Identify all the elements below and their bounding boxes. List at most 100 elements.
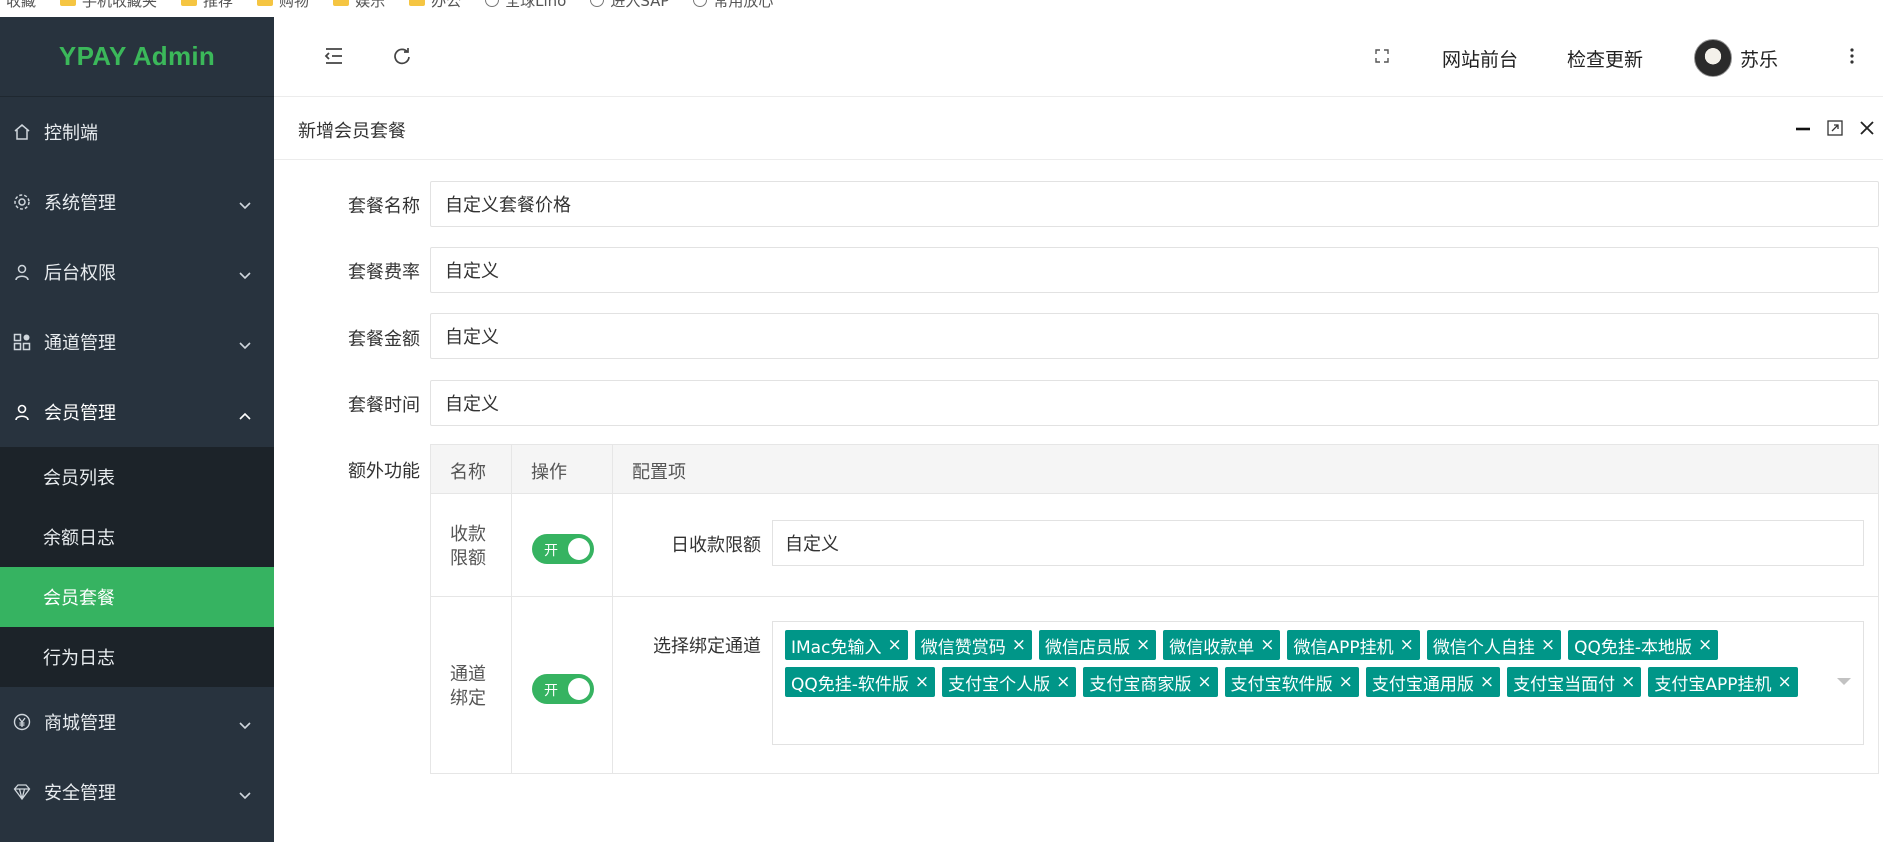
remove-tag-icon[interactable]: ×: [1480, 672, 1494, 692]
menu-collapse-icon[interactable]: [322, 44, 346, 68]
grid-icon: [12, 332, 32, 352]
sidebar-item-label: 会员套餐: [43, 588, 115, 609]
row-name: 收款: [450, 524, 486, 545]
daily-limit-input[interactable]: 自定义: [772, 520, 1864, 566]
bookmark-label: 推荐: [203, 0, 234, 10]
more-vertical-icon[interactable]: [1840, 44, 1864, 68]
table-divider: [511, 445, 512, 773]
bookmark-item[interactable]: 办公: [409, 0, 461, 11]
chevron-down-icon: [238, 335, 252, 356]
sidebar-item-system[interactable]: 系统管理: [0, 167, 274, 237]
tag-label: QQ免挂-本地版: [1574, 637, 1692, 658]
remove-tag-icon[interactable]: ×: [1260, 635, 1274, 655]
folder-icon: [60, 0, 77, 6]
bookmark-item[interactable]: 推荐: [181, 0, 233, 11]
channel-multiselect[interactable]: IMac免输入 × 微信赞赏码 × 微信店员版 × 微信收款单 × 微信APP挂机 × 微…: [772, 621, 1864, 745]
package-rate-input[interactable]: 自定义: [430, 247, 1879, 293]
chevron-down-icon: [238, 195, 252, 216]
bookmark-item[interactable]: 手机收藏夹: [60, 0, 157, 11]
sidebar-item-permissions[interactable]: 后台权限: [0, 237, 274, 307]
sidebar-subitem-member-list[interactable]: 会员列表: [0, 447, 274, 507]
sidebar-item-label: 后台权限: [44, 263, 116, 284]
minimize-icon[interactable]: [1792, 117, 1814, 139]
remove-tag-icon[interactable]: ×: [1339, 672, 1353, 692]
page-title: 新增会员套餐: [298, 121, 406, 142]
bookmark-item[interactable]: 收藏: [6, 0, 36, 11]
sidebar-item-members[interactable]: 会员管理: [0, 377, 274, 447]
remove-tag-icon[interactable]: ×: [1698, 635, 1712, 655]
remove-tag-icon[interactable]: ×: [1056, 672, 1070, 692]
bookmark-item[interactable]: 购物: [257, 0, 309, 11]
package-amount-input[interactable]: 自定义: [430, 313, 1879, 359]
maximize-icon[interactable]: [1824, 117, 1846, 139]
gear-icon: [12, 192, 32, 212]
channel-tag: 微信收款单 ×: [1163, 630, 1281, 660]
package-time-label: 套餐时间: [348, 395, 420, 416]
remove-tag-icon[interactable]: ×: [887, 635, 901, 655]
remove-tag-icon[interactable]: ×: [915, 672, 929, 692]
dropdown-caret-icon[interactable]: [1837, 678, 1851, 685]
sidebar-item-channels[interactable]: 通道管理: [0, 307, 274, 377]
yen-icon: [12, 712, 32, 732]
bookmark-label: 娱乐: [355, 0, 386, 10]
avatar[interactable]: [1694, 39, 1732, 77]
globe-icon: [485, 0, 500, 7]
folder-icon: [409, 0, 426, 6]
bookmark-item[interactable]: 常用放心: [693, 0, 773, 11]
check-update-link[interactable]: 检查更新: [1567, 45, 1643, 72]
tag-label: 微信个人自挂: [1432, 637, 1535, 658]
row-name: 通道: [450, 664, 486, 685]
sidebar-item-label: 商城管理: [44, 713, 116, 734]
sidebar-subitem-behavior-log[interactable]: 行为日志: [0, 627, 274, 687]
sidebar-item-label: 会员列表: [43, 468, 115, 489]
remove-tag-icon[interactable]: ×: [1197, 672, 1211, 692]
tag-label: 支付宝通用版: [1371, 674, 1474, 695]
extra-features-table: 名称 操作 配置项 收款 限额 开 日收款限额 自定义 通道 绑定 开 选择绑定…: [430, 444, 1879, 774]
user-icon: [12, 262, 32, 282]
bookmark-item[interactable]: 娱乐: [333, 0, 385, 11]
sidebar-item-label: 系统管理: [44, 193, 116, 214]
remove-tag-icon[interactable]: ×: [1400, 635, 1414, 655]
remove-tag-icon[interactable]: ×: [1541, 635, 1555, 655]
channel-tag: 微信店员版 ×: [1038, 630, 1157, 660]
fullscreen-icon[interactable]: [1370, 44, 1394, 68]
remove-tag-icon[interactable]: ×: [1778, 672, 1792, 692]
remove-tag-icon[interactable]: ×: [1012, 635, 1026, 655]
package-rate-label: 套餐费率: [348, 262, 420, 283]
frontend-link[interactable]: 网站前台: [1442, 45, 1518, 72]
channel-tag: 支付宝当面付 ×: [1507, 667, 1642, 697]
bind-channel-label: 选择绑定通道: [653, 636, 761, 657]
table-divider: [431, 596, 1878, 597]
sidebar-item-console[interactable]: 控制端: [0, 97, 274, 167]
sidebar-subitem-balance-log[interactable]: 余额日志: [0, 507, 274, 567]
logo[interactable]: YPAY Admin: [0, 17, 274, 97]
refresh-icon[interactable]: [390, 44, 414, 68]
folder-icon: [333, 0, 350, 6]
limit-toggle[interactable]: 开: [532, 534, 594, 564]
sidebar-item-security[interactable]: 安全管理: [0, 757, 274, 827]
sidebar-item-label: 会员管理: [44, 403, 116, 424]
diamond-icon: [12, 782, 32, 802]
package-time-input[interactable]: 自定义: [430, 380, 1879, 426]
channel-tag: 支付宝APP挂机 ×: [1648, 667, 1798, 697]
close-icon[interactable]: [1856, 117, 1878, 139]
remove-tag-icon[interactable]: ×: [1621, 672, 1635, 692]
tag-label: IMac免输入: [791, 637, 882, 658]
tag-label: 微信APP挂机: [1293, 637, 1394, 658]
package-name-input[interactable]: 自定义套餐价格: [430, 181, 1879, 227]
tag-label: 微信收款单: [1169, 637, 1255, 658]
toggle-knob: [568, 678, 590, 700]
bookmark-item[interactable]: 全球Lino: [485, 0, 566, 11]
remove-tag-icon[interactable]: ×: [1136, 635, 1150, 655]
channel-bind-toggle[interactable]: 开: [532, 674, 594, 704]
chevron-up-icon: [238, 405, 252, 426]
username[interactable]: 苏乐: [1740, 45, 1778, 72]
tag-label: 微信赞赏码: [920, 637, 1006, 658]
column-header-name: 名称: [450, 462, 486, 483]
bookmark-label: 购物: [279, 0, 310, 10]
bookmark-item[interactable]: 进入SAP: [590, 0, 669, 11]
chevron-down-icon: [238, 715, 252, 736]
sidebar-subitem-member-packages[interactable]: 会员套餐: [0, 567, 274, 627]
tag-label: 支付宝APP挂机: [1654, 674, 1772, 695]
sidebar-item-mall[interactable]: 商城管理: [0, 687, 274, 757]
